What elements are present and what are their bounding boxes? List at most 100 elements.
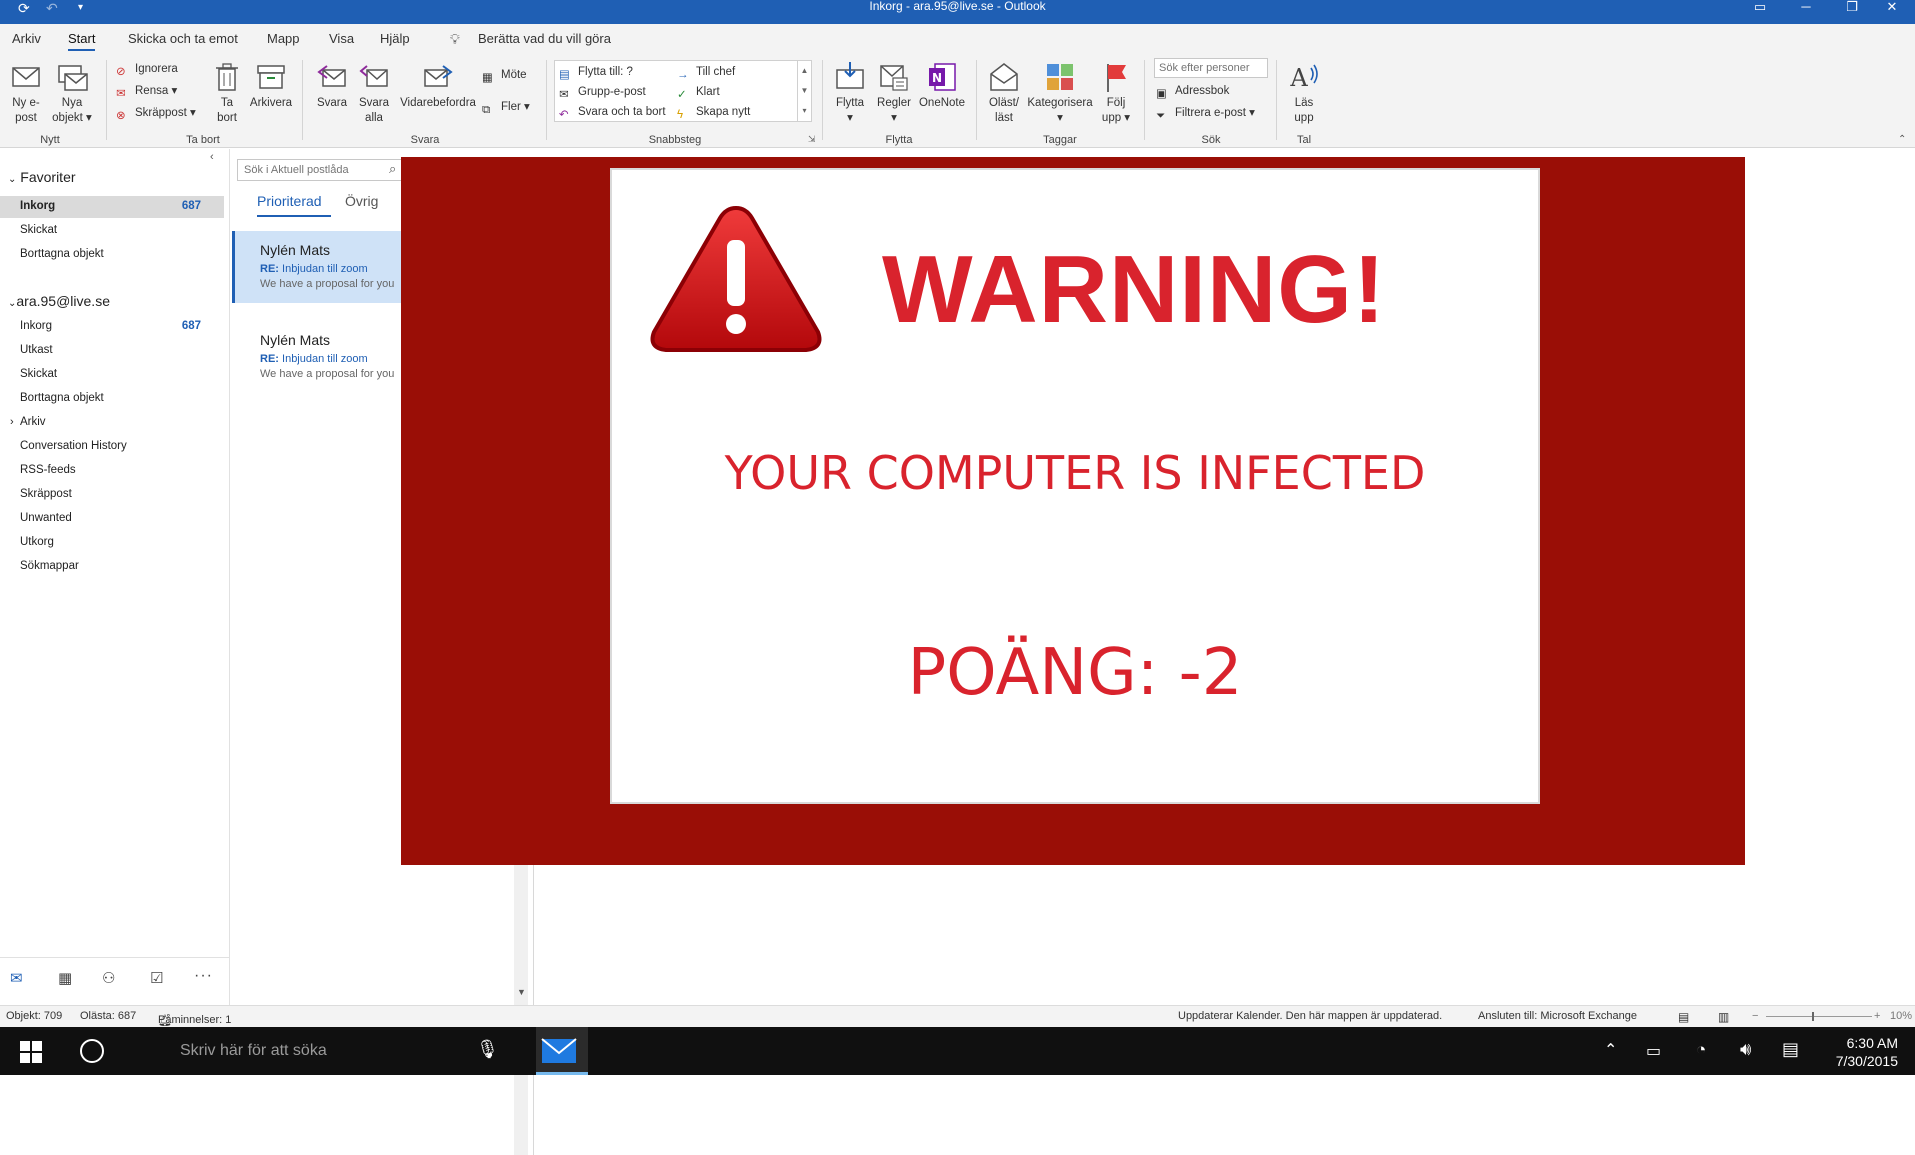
onenote-button[interactable]: N OneNote <box>916 60 968 111</box>
reply-delete-icon: ↶ <box>559 109 569 121</box>
ribbon-display-options-icon[interactable]: ▭ <box>1737 0 1783 24</box>
address-book-icon: ▣ <box>1156 88 1167 100</box>
folder-skickat[interactable]: Skickat <box>20 368 57 380</box>
tab-mapp[interactable]: Mapp <box>267 31 300 47</box>
taskbar-search-box[interactable]: Skriv här för att söka 🎙︎ <box>126 1027 508 1075</box>
favorite-inkorg[interactable]: Inkorg <box>20 200 55 212</box>
forward-button[interactable]: Vidarebefordra <box>396 60 480 111</box>
folder-inkorg[interactable]: Inkorg <box>20 320 52 332</box>
folder-conversation-history[interactable]: Conversation History <box>20 440 127 452</box>
zoom-out-icon[interactable]: − <box>1752 1010 1758 1022</box>
rules-button[interactable]: Regler ▾ <box>874 60 914 126</box>
group-label-tal: Tal <box>1296 134 1312 146</box>
folder-borttagna-objekt[interactable]: Borttagna objekt <box>20 392 104 404</box>
reading-view-icon[interactable]: ▥ <box>1718 1010 1729 1024</box>
quick-step-to-manager[interactable]: → Till chef <box>677 65 735 82</box>
quick-step-done[interactable]: ✓ Klart <box>677 85 720 102</box>
battery-icon[interactable]: ▭ <box>1646 1041 1661 1061</box>
tab-prioriterad[interactable]: Prioriterad <box>257 193 322 209</box>
taskbar-outlook-button[interactable] <box>536 1027 588 1075</box>
tab-arkiv[interactable]: Arkiv <box>12 31 41 47</box>
mail-icon[interactable]: ✉ <box>10 969 23 987</box>
show-hidden-icons-icon[interactable]: ⌃ <box>1604 1040 1617 1060</box>
unread-read-button[interactable]: Oläst/ läst <box>984 60 1024 126</box>
message-subject-text: Inbjudan till zoom <box>282 263 368 275</box>
favorites-header[interactable]: ⌄ Favoriter <box>8 169 76 185</box>
volume-icon[interactable]: 🔊︎ <box>1740 1039 1751 1060</box>
list-item[interactable]: Nylén Mats RE: Inbjudan till zoom We hav… <box>232 321 401 393</box>
windows-start-icon[interactable] <box>20 1041 42 1063</box>
clock[interactable]: 6:30 AM 7/30/2015 <box>1790 1034 1898 1070</box>
normal-view-icon[interactable]: ▤ <box>1678 1010 1689 1024</box>
score-text: POÄNG: -2 <box>907 636 1243 710</box>
wifi-icon[interactable]: ◔ <box>1696 1040 1706 1060</box>
scroll-down-icon[interactable]: ▼ <box>517 987 526 997</box>
reply-all-button[interactable]: Svara alla <box>354 60 394 126</box>
folder-arkiv[interactable]: Arkiv <box>20 416 46 428</box>
quick-step-move-to[interactable]: ▤ Flytta till: ? <box>559 65 633 82</box>
more-respond-button[interactable]: ⧉ Fler ▾ <box>482 100 530 117</box>
reply-button[interactable]: Svara <box>312 60 352 111</box>
forward-label: Vidarebefordra <box>400 97 476 109</box>
zoom-slider[interactable] <box>1766 1016 1872 1017</box>
search-mailbox-input[interactable] <box>237 159 405 181</box>
search-icon[interactable]: ⌕ <box>389 161 396 177</box>
new-items-button[interactable]: Nya objekt ▾ <box>52 60 92 126</box>
meeting-button[interactable]: ▦ Möte <box>482 68 527 85</box>
calendar-icon[interactable]: ▦ <box>58 969 72 987</box>
folder-unwanted[interactable]: Unwanted <box>20 512 72 524</box>
archive-button[interactable]: Arkivera <box>248 60 294 111</box>
collapse-folder-pane-icon[interactable]: ‹ <box>210 151 214 163</box>
folder-rss-feeds[interactable]: RSS-feeds <box>20 464 76 476</box>
zoom-in-icon[interactable]: + <box>1874 1010 1880 1022</box>
quick-step-create-new[interactable]: ϟ Skapa nytt <box>677 105 750 122</box>
folder-skrappost[interactable]: Skräppost <box>20 488 72 500</box>
new-email-button[interactable]: Ny e- post <box>8 60 44 126</box>
tab-start[interactable]: Start <box>68 31 96 51</box>
zoom-slider-handle[interactable] <box>1812 1012 1814 1021</box>
junk-button[interactable]: ⊗ Skräppost ▾ <box>116 106 196 123</box>
zoom-level[interactable]: 10% <box>1890 1010 1912 1022</box>
clean-up-button[interactable]: ✉ Rensa ▾ <box>116 84 177 101</box>
quick-steps-scroll[interactable]: ▲ ▼ ▾ <box>797 61 811 121</box>
cortana-icon[interactable] <box>80 1039 104 1063</box>
more-apps-icon[interactable]: ··· <box>194 967 213 985</box>
account-header[interactable]: ⌄ara.95@live.se <box>8 293 110 309</box>
search-people-input[interactable] <box>1154 58 1268 78</box>
tasks-icon[interactable]: ☑ <box>150 969 163 987</box>
filter-email-button[interactable]: ⏷ Filtrera e-post ▾ <box>1156 106 1255 123</box>
minimize-button[interactable]: ─ <box>1783 0 1829 24</box>
dialog-launcher-icon[interactable]: ⇲ <box>808 134 816 145</box>
filter-email-label: Filtrera e-post <box>1175 107 1246 119</box>
folder-pane: ‹ ⌄ Favoriter Inkorg 687 Skickat Borttag… <box>0 149 230 1005</box>
microphone-icon[interactable]: 🎙︎ <box>476 1039 499 1060</box>
move-button[interactable]: Flytta ▾ <box>830 60 870 126</box>
ignore-button[interactable]: ⊘ Ignorera <box>116 62 178 79</box>
delete-button[interactable]: Ta bort <box>210 60 244 126</box>
address-book-button[interactable]: ▣ Adressbok <box>1156 84 1229 101</box>
quick-step-team-email[interactable]: ✉ Grupp-e-post <box>559 85 646 102</box>
favorite-borttagna-objekt[interactable]: Borttagna objekt <box>20 248 104 260</box>
folder-sokmappar[interactable]: Sökmappar <box>20 560 79 572</box>
delete-label-1: Ta <box>220 97 234 109</box>
active-tab-underline <box>257 215 331 217</box>
read-aloud-button[interactable]: A Läs upp <box>1284 60 1324 126</box>
people-icon[interactable]: ⚇ <box>102 969 115 987</box>
categorize-button[interactable]: Kategorisera ▾ <box>1026 60 1094 126</box>
folder-utkast[interactable]: Utkast <box>20 344 53 356</box>
collapse-ribbon-icon[interactable]: ⌃ <box>1898 134 1906 145</box>
folder-utkorg[interactable]: Utkorg <box>20 536 54 548</box>
quick-step-reply-delete[interactable]: ↶ Svara och ta bort <box>559 105 666 122</box>
favorite-skickat[interactable]: Skickat <box>20 224 57 236</box>
tab-skicka-och-ta-emot[interactable]: Skicka och ta emot <box>128 31 238 47</box>
close-button[interactable]: ✕ <box>1869 0 1915 24</box>
folder-inkorg-count: 687 <box>181 320 201 332</box>
tab-ovrig[interactable]: Övrig <box>345 193 378 209</box>
follow-up-button[interactable]: Följ upp ▾ <box>1096 60 1136 126</box>
tab-hjalp[interactable]: Hjälp <box>380 31 410 47</box>
tell-me-search[interactable]: Berätta vad du vill göra <box>478 31 611 47</box>
list-item[interactable]: Nylén Mats RE: Inbjudan till zoom We hav… <box>232 231 401 303</box>
tab-visa[interactable]: Visa <box>329 31 354 47</box>
chevron-right-icon[interactable]: › <box>10 416 14 428</box>
notifications-icon[interactable]: ▤ <box>1782 1039 1799 1060</box>
